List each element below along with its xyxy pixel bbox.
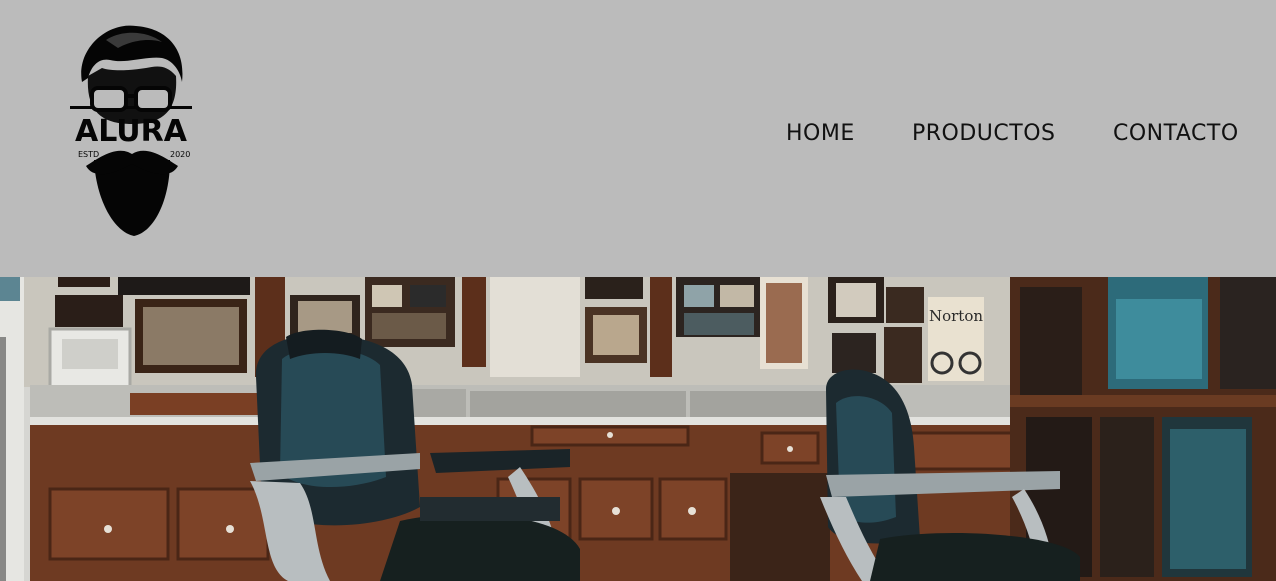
barbershop-photo: Norton [0,277,1276,581]
logo-estd-text: ESTD [78,150,99,159]
site-header: ALURA ESTD 2020 HOME PRODUCTOS CONTACTO [0,0,1276,277]
logo-year-text: 2020 [170,150,190,159]
nav-productos[interactable]: PRODUCTOS [912,118,1056,150]
nav-contacto[interactable]: CONTACTO [1113,118,1239,150]
hero-banner: Norton [0,277,1276,581]
main-nav: HOME PRODUCTOS CONTACTO [0,118,1276,150]
norton-poster-text: Norton [929,307,983,325]
nav-home[interactable]: HOME [786,118,855,150]
